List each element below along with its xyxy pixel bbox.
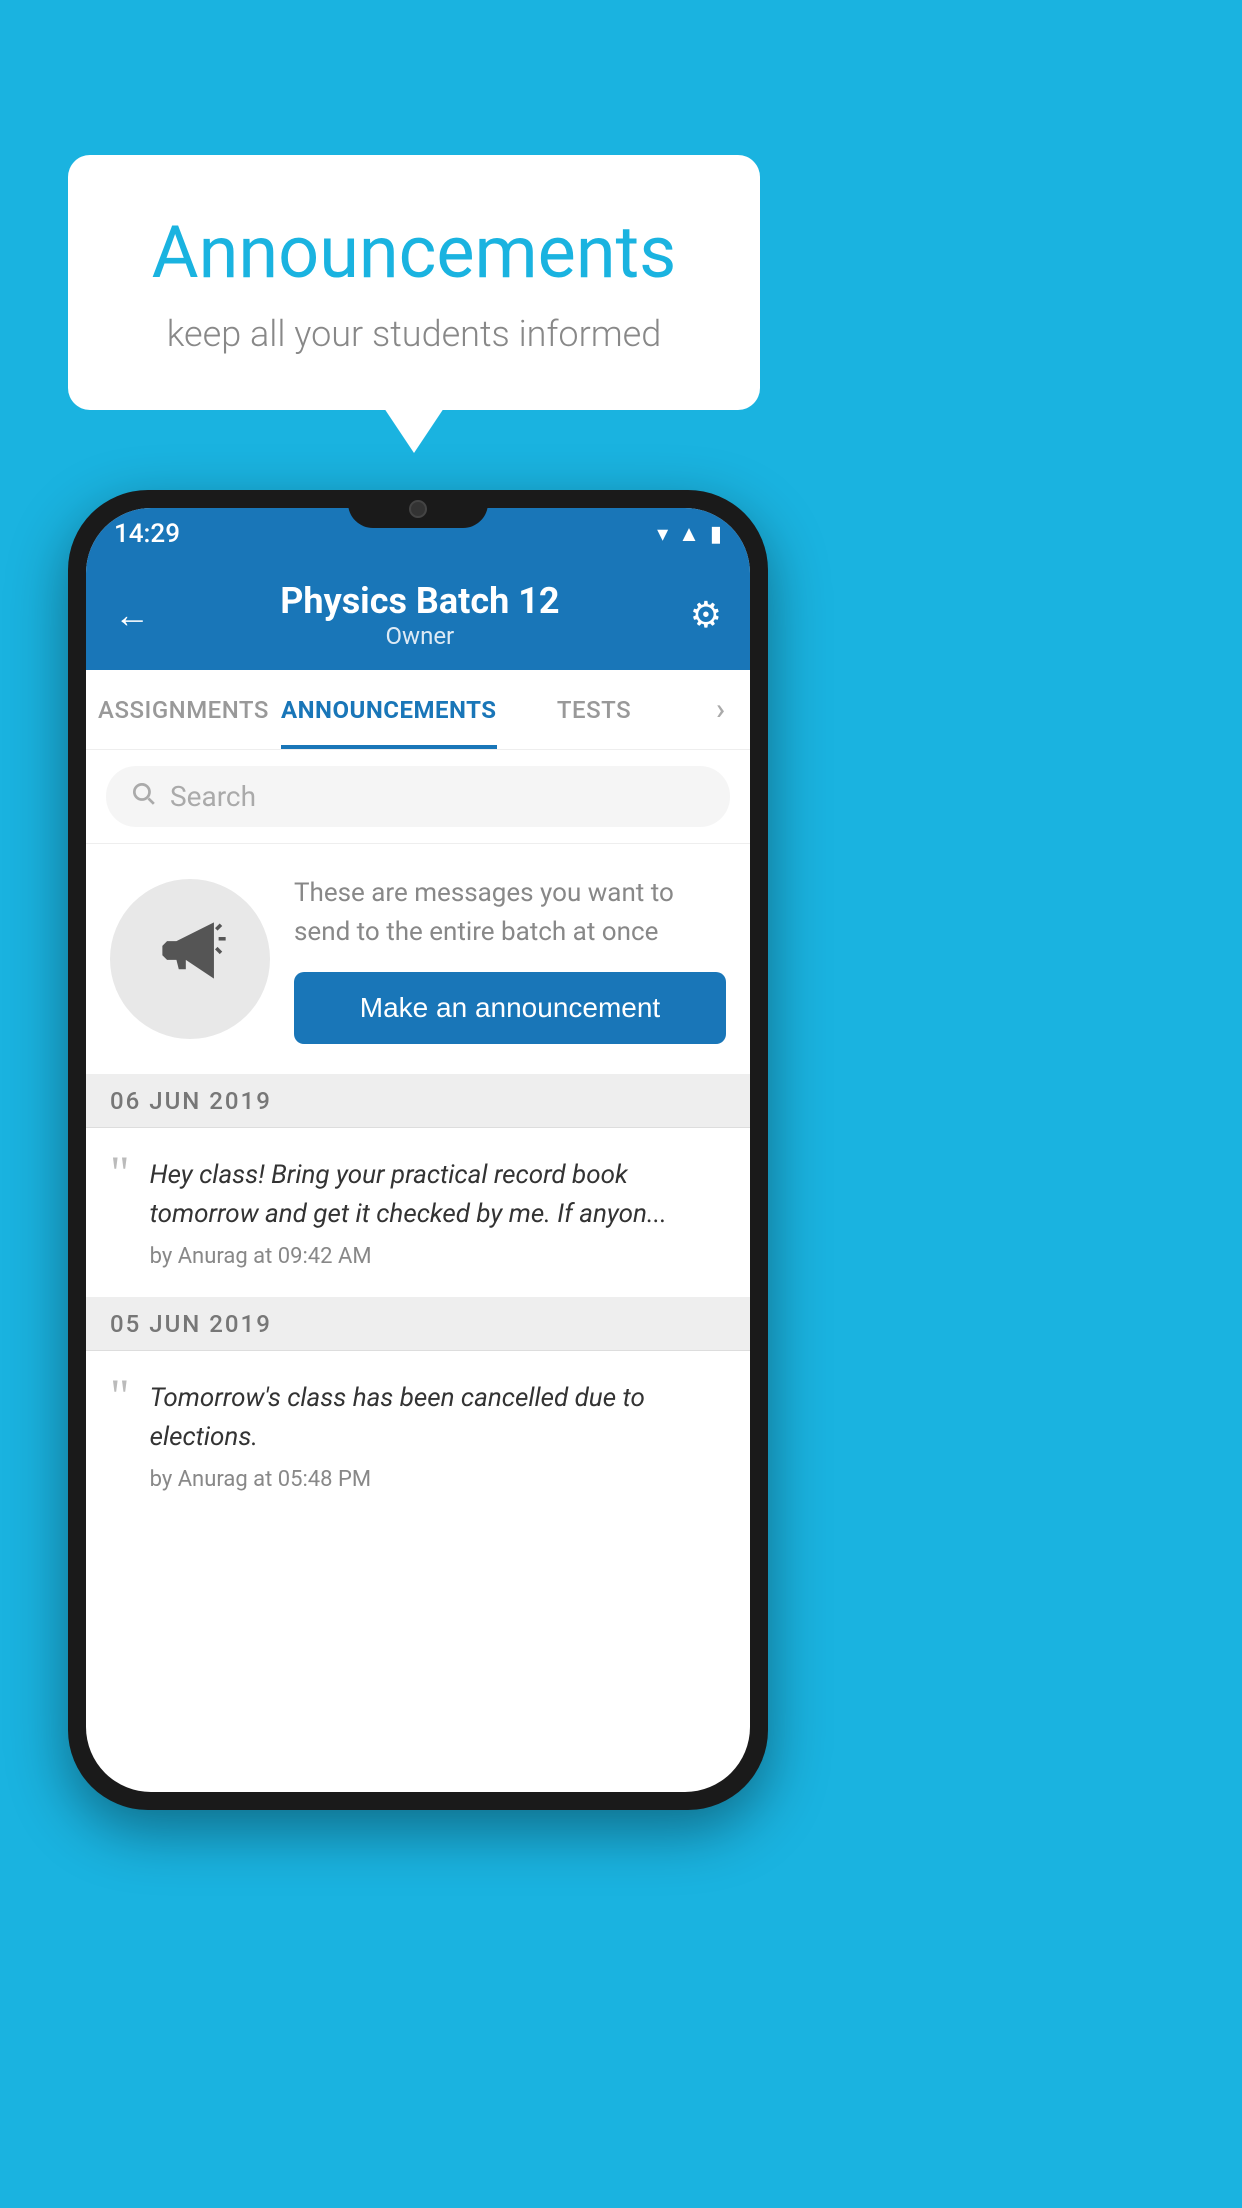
announcement-text-2: Tomorrow's class has been cancelled due … <box>150 1379 726 1457</box>
speech-bubble-wrapper: Announcements keep all your students inf… <box>68 155 760 410</box>
promo-icon-circle <box>110 879 270 1039</box>
phone-outer: 14:29 ▾ ▲ ▮ ← Physics Batch 12 Owner ⚙ <box>68 490 768 1810</box>
app-header: ← Physics Batch 12 Owner ⚙ <box>86 560 750 670</box>
speech-bubble-title: Announcements <box>128 210 700 295</box>
tab-announcements[interactable]: ANNOUNCEMENTS <box>281 670 497 749</box>
search-container: Search <box>86 750 750 844</box>
status-icons: ▾ ▲ ▮ <box>657 521 722 547</box>
speech-bubble-tail <box>384 408 444 453</box>
phone-screen: 14:29 ▾ ▲ ▮ ← Physics Batch 12 Owner ⚙ <box>86 508 750 1792</box>
search-input-wrapper[interactable]: Search <box>106 766 730 827</box>
tabs-bar: ASSIGNMENTS ANNOUNCEMENTS TESTS › <box>86 670 750 750</box>
announcement-content-2: Tomorrow's class has been cancelled due … <box>150 1379 726 1492</box>
announcement-item-1[interactable]: " Hey class! Bring your practical record… <box>86 1128 750 1298</box>
megaphone-icon <box>153 913 228 1006</box>
promo-description: These are messages you want to send to t… <box>294 874 726 952</box>
quote-icon-1: " <box>110 1150 130 1198</box>
back-button[interactable]: ← <box>114 594 150 636</box>
battery-icon: ▮ <box>710 522 722 547</box>
wifi-icon: ▾ <box>657 522 668 547</box>
tab-assignments[interactable]: ASSIGNMENTS <box>86 670 281 749</box>
phone-wrapper: 14:29 ▾ ▲ ▮ ← Physics Batch 12 Owner ⚙ <box>68 490 768 2170</box>
announcement-meta-2: by Anurag at 05:48 PM <box>150 1467 726 1492</box>
quote-icon-2: " <box>110 1373 130 1421</box>
search-input[interactable]: Search <box>170 780 256 813</box>
signal-icon: ▲ <box>678 521 700 547</box>
settings-icon[interactable]: ⚙ <box>690 594 722 636</box>
make-announcement-button[interactable]: Make an announcement <box>294 972 726 1044</box>
announcement-meta-1: by Anurag at 09:42 AM <box>150 1244 726 1269</box>
header-title: Physics Batch 12 <box>280 580 559 622</box>
tab-tests[interactable]: TESTS <box>497 670 692 749</box>
date-separator-1: 06 JUN 2019 <box>86 1075 750 1128</box>
announcement-content-1: Hey class! Bring your practical record b… <box>150 1156 726 1269</box>
speech-bubble: Announcements keep all your students inf… <box>68 155 760 410</box>
header-subtitle: Owner <box>280 622 559 650</box>
announcement-item-2[interactable]: " Tomorrow's class has been cancelled du… <box>86 1351 750 1520</box>
header-center: Physics Batch 12 Owner <box>280 580 559 650</box>
phone-notch <box>348 490 488 528</box>
status-time: 14:29 <box>114 519 180 549</box>
search-icon <box>130 780 156 813</box>
phone-camera <box>409 500 427 518</box>
announcement-text-1: Hey class! Bring your practical record b… <box>150 1156 726 1234</box>
announcement-promo: These are messages you want to send to t… <box>86 844 750 1075</box>
date-separator-2: 05 JUN 2019 <box>86 1298 750 1351</box>
speech-bubble-subtitle: keep all your students informed <box>128 313 700 355</box>
tab-more[interactable]: › <box>692 670 750 749</box>
promo-right: These are messages you want to send to t… <box>294 874 726 1044</box>
